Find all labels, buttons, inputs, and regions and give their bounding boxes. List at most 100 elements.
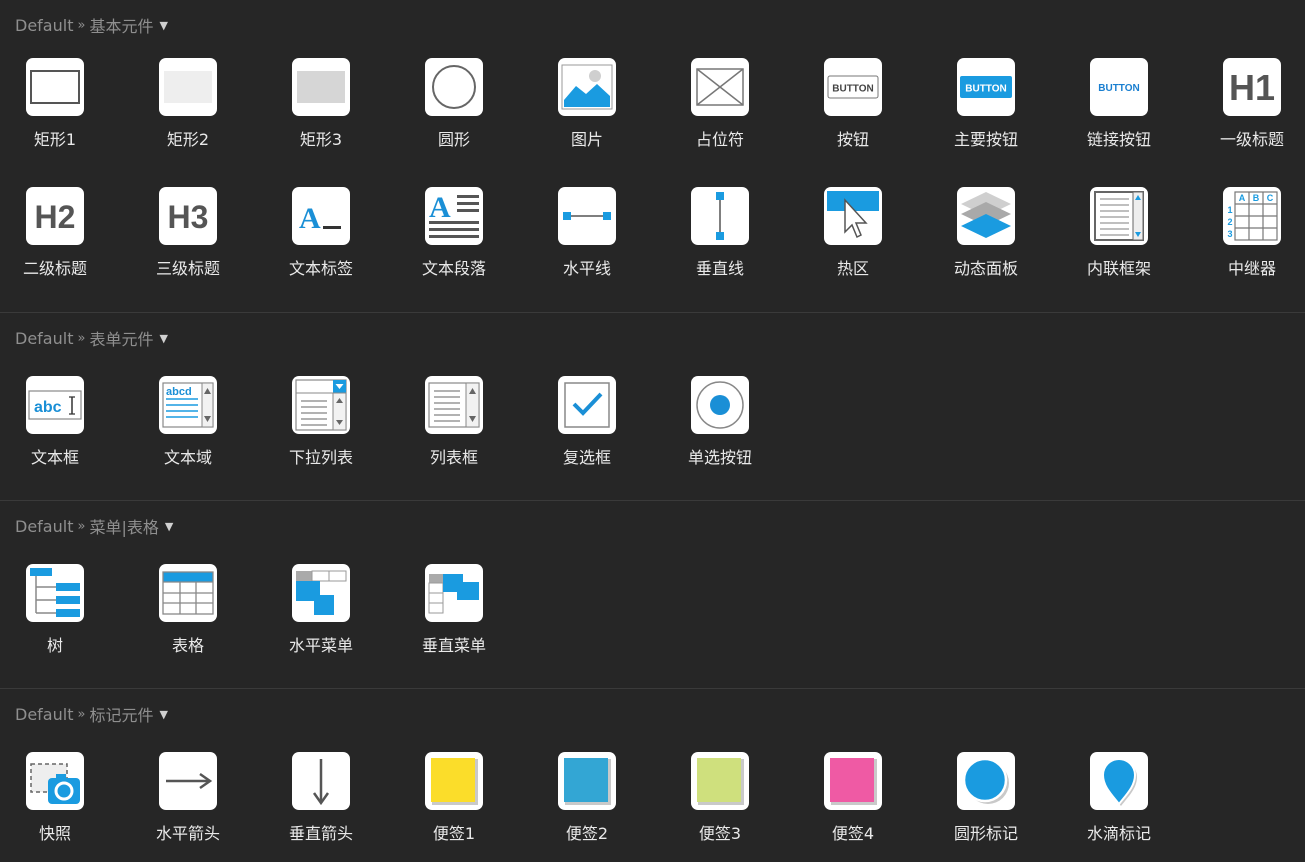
button-icon: BUTTON [824,58,882,116]
section-basic-widgets: Default » 基本元件 ▼ 矩形1 矩形2 矩形3 圆形 图片 占位符 B… [0,0,1305,313]
widget-horizontal-line[interactable]: 水平线 [532,187,665,297]
widget-sticky2[interactable]: 便签2 [532,752,665,862]
list-box-icon [425,376,483,434]
widget-label: 一级标题 [1219,130,1284,149]
sticky-pink-icon [824,752,882,810]
widget-vertical-arrow[interactable]: 垂直箭头 [266,752,399,862]
section-header[interactable]: Default » 菜单|表格 ▼ [15,514,173,538]
hotspot-icon [824,187,882,245]
widget-droplist[interactable]: 下拉列表 [266,376,399,486]
inline-frame-icon [1090,187,1148,245]
text-area-icon-text: abcd [166,386,192,398]
primary-button-icon-text: BUTTON [965,84,1006,95]
sticky-green-icon [691,752,749,810]
widget-placeholder[interactable]: 占位符 [665,58,798,168]
widget-list-box[interactable]: 列表框 [399,376,532,486]
widget-sticky3[interactable]: 便签3 [665,752,798,862]
repeater-icon: A B C 1 2 3 [1223,187,1281,245]
caret-down-icon[interactable]: ▼ [165,520,173,533]
widget-rectangle2[interactable]: 矩形2 [133,58,266,168]
widget-text-field[interactable]: abc 文本框 [0,376,133,486]
widget-label: 水滴标记 [1086,824,1151,843]
widget-label: 三级标题 [155,259,220,278]
widget-label: 列表框 [429,448,478,467]
horizontal-arrow-icon [159,752,217,810]
widget-label: 文本域 [163,448,212,467]
widget-hotspot[interactable]: 热区 [798,187,931,297]
widget-label: 二级标题 [22,259,87,278]
text-field-icon: abc [26,376,84,434]
widget-label: 垂直菜单 [421,636,486,655]
section-form-widgets: Default » 表单元件 ▼ abc 文本框 abcd 文本域 下拉列表 列… [0,313,1305,501]
radio-button-icon [691,376,749,434]
widget-label: 快照 [38,824,71,843]
library-name: Default [15,516,74,536]
widget-horizontal-menu[interactable]: 水平菜单 [266,564,399,674]
widget-heading2[interactable]: H2 二级标题 [0,187,133,297]
widget-circle-marker[interactable]: 圆形标记 [931,752,1064,862]
repeater-icon-row-2: 2 [1227,217,1232,227]
circle-marker-icon [957,752,1015,810]
widget-tree[interactable]: 树 [0,564,133,674]
widget-image[interactable]: 图片 [532,58,665,168]
section-header[interactable]: Default » 标记元件 ▼ [15,702,168,726]
repeater-icon-row-1: 1 [1227,205,1232,215]
widget-label: 占位符 [695,130,744,149]
widget-table[interactable]: 表格 [133,564,266,674]
caret-down-icon[interactable]: ▼ [159,332,167,345]
widget-heading3[interactable]: H3 三级标题 [133,187,266,297]
link-button-icon-text: BUTTON [1098,83,1139,94]
snapshot-icon [26,752,84,810]
widget-dynamic-panel[interactable]: 动态面板 [931,187,1064,297]
widget-radio-button[interactable]: 单选按钮 [665,376,798,486]
widget-rectangle1[interactable]: 矩形1 [0,58,133,168]
section-header[interactable]: Default » 基本元件 ▼ [15,13,168,37]
section-title: 菜单|表格 [89,518,159,537]
sticky-blue-icon [558,752,616,810]
widget-circle[interactable]: 圆形 [399,58,532,168]
widget-heading1[interactable]: H1 一级标题 [1197,58,1305,168]
text-field-icon-text: abc [34,399,62,416]
widget-snapshot[interactable]: 快照 [0,752,133,862]
dynamic-panel-icon [957,187,1015,245]
widget-rectangle3[interactable]: 矩形3 [266,58,399,168]
widget-inline-frame[interactable]: 内联框架 [1064,187,1197,297]
widget-label: 下拉列表 [288,448,353,467]
widget-button[interactable]: BUTTON 按钮 [798,58,931,168]
caret-down-icon[interactable]: ▼ [159,19,167,32]
widget-sticky1[interactable]: 便签1 [399,752,532,862]
widget-sticky4[interactable]: 便签4 [798,752,931,862]
widget-paragraph[interactable]: A 文本段落 [399,187,532,297]
heading1-icon: H1 [1223,58,1281,116]
widget-vertical-line[interactable]: 垂直线 [665,187,798,297]
widget-text-label[interactable]: A 文本标签 [266,187,399,297]
vertical-line-icon [691,187,749,245]
placeholder-icon [691,58,749,116]
link-button-icon: BUTTON [1090,58,1148,116]
widget-label: 文本框 [30,448,79,467]
heading3-icon: H3 [159,187,217,245]
widget-primary-button[interactable]: BUTTON 主要按钮 [931,58,1064,168]
heading1-icon-text: H1 [1229,67,1275,107]
primary-button-icon: BUTTON [957,58,1015,116]
section-header[interactable]: Default » 表单元件 ▼ [15,326,168,350]
widget-label: 矩形2 [166,130,210,149]
widget-label: 单选按钮 [687,448,752,467]
widget-repeater[interactable]: A B C 1 2 3 中继器 [1197,187,1305,297]
widget-label: 内联框架 [1086,259,1151,278]
widget-vertical-menu[interactable]: 垂直菜单 [399,564,532,674]
widget-horizontal-arrow[interactable]: 水平箭头 [133,752,266,862]
widget-label: 中继器 [1227,259,1276,278]
widget-drop-marker[interactable]: 水滴标记 [1064,752,1197,862]
repeater-icon-col-c: C [1267,193,1274,203]
breadcrumb-separator: » [77,706,86,722]
breadcrumb-separator: » [77,330,86,346]
widget-checkbox[interactable]: 复选框 [532,376,665,486]
caret-down-icon[interactable]: ▼ [159,708,167,721]
widget-text-area[interactable]: abcd 文本域 [133,376,266,486]
section-title: 表单元件 [89,330,154,349]
section-title: 标记元件 [89,706,154,725]
widget-link-button[interactable]: BUTTON 链接按钮 [1064,58,1197,168]
widget-label: 表格 [171,636,204,655]
widget-label: 圆形标记 [953,824,1018,843]
